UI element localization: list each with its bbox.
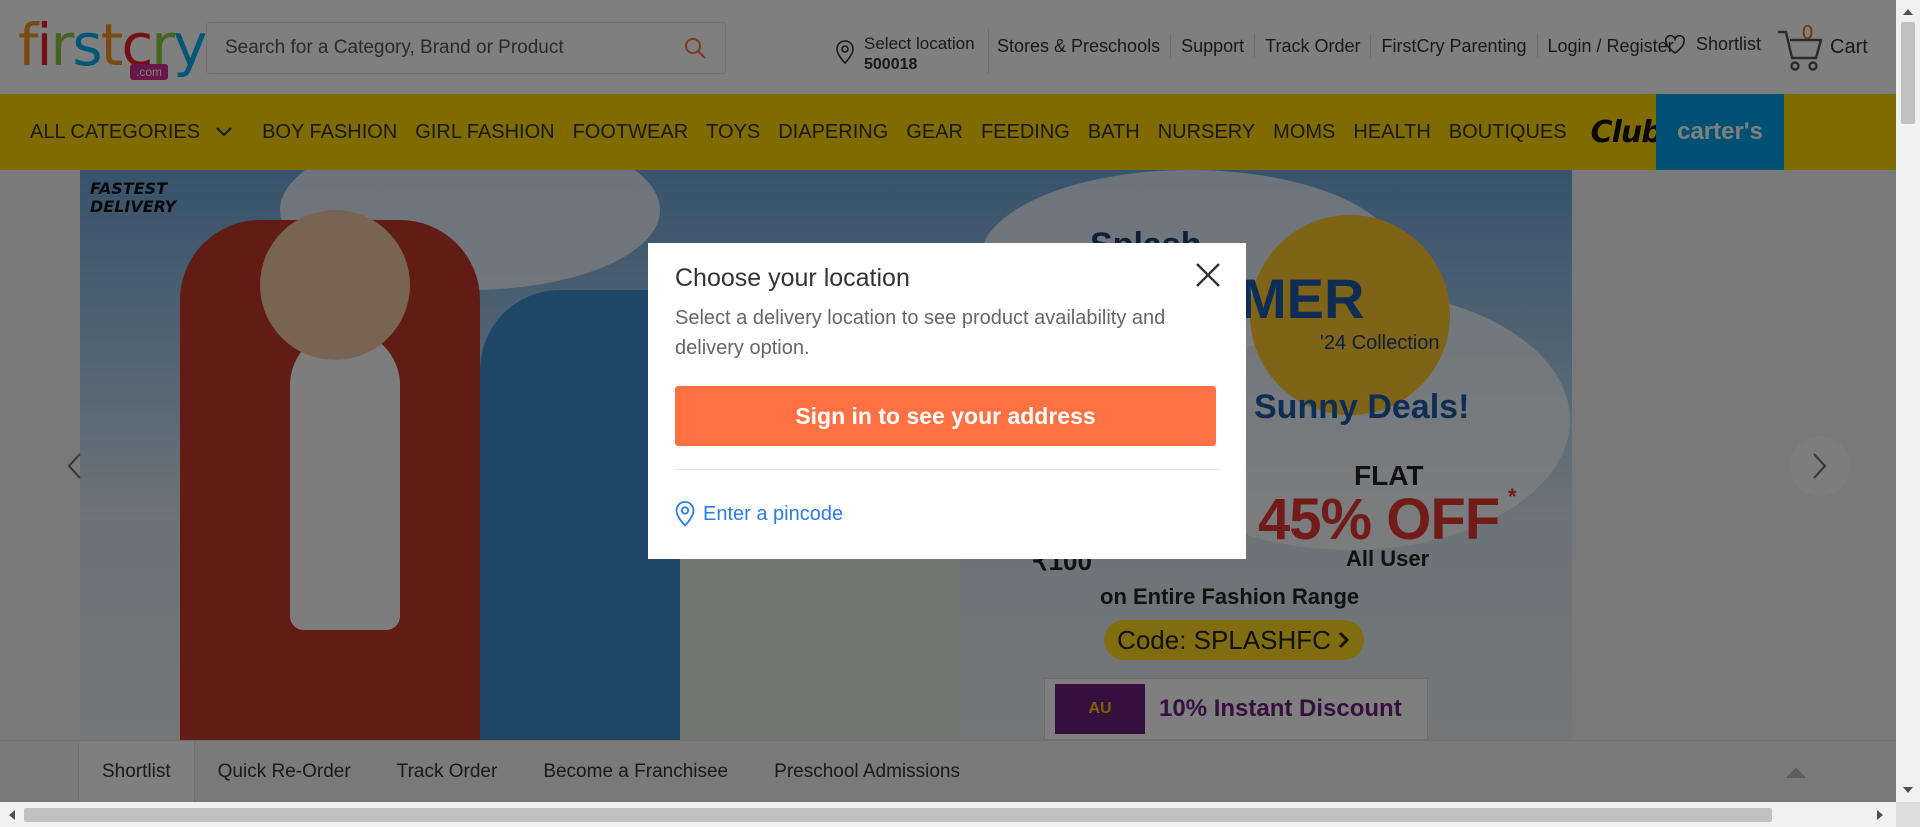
scroll-down-arrow-icon[interactable] — [1896, 780, 1920, 800]
modal-description: Select a delivery location to see produc… — [675, 307, 1166, 359]
horizontal-scrollbar[interactable] — [0, 802, 1896, 827]
location-modal: Choose your location Select a delivery l… — [648, 243, 1246, 559]
location-pin-icon — [675, 501, 695, 527]
horizontal-scroll-thumb[interactable] — [24, 808, 1772, 822]
enter-pincode-link[interactable]: Enter a pincode — [675, 501, 843, 527]
scroll-left-arrow-icon[interactable] — [2, 806, 22, 824]
sign-in-button[interactable]: Sign in to see your address — [675, 386, 1216, 446]
scroll-up-arrow-icon[interactable] — [1896, 2, 1920, 22]
close-button[interactable] — [1191, 258, 1225, 292]
modal-divider — [675, 469, 1220, 470]
vertical-scrollbar[interactable] — [1896, 0, 1920, 802]
scrollbar-corner — [1896, 802, 1920, 827]
close-icon — [1196, 263, 1220, 287]
modal-title: Choose your location — [675, 264, 910, 292]
vertical-scroll-thumb[interactable] — [1901, 22, 1915, 124]
scroll-right-arrow-icon[interactable] — [1870, 806, 1890, 824]
pincode-link-label: Enter a pincode — [703, 502, 844, 525]
